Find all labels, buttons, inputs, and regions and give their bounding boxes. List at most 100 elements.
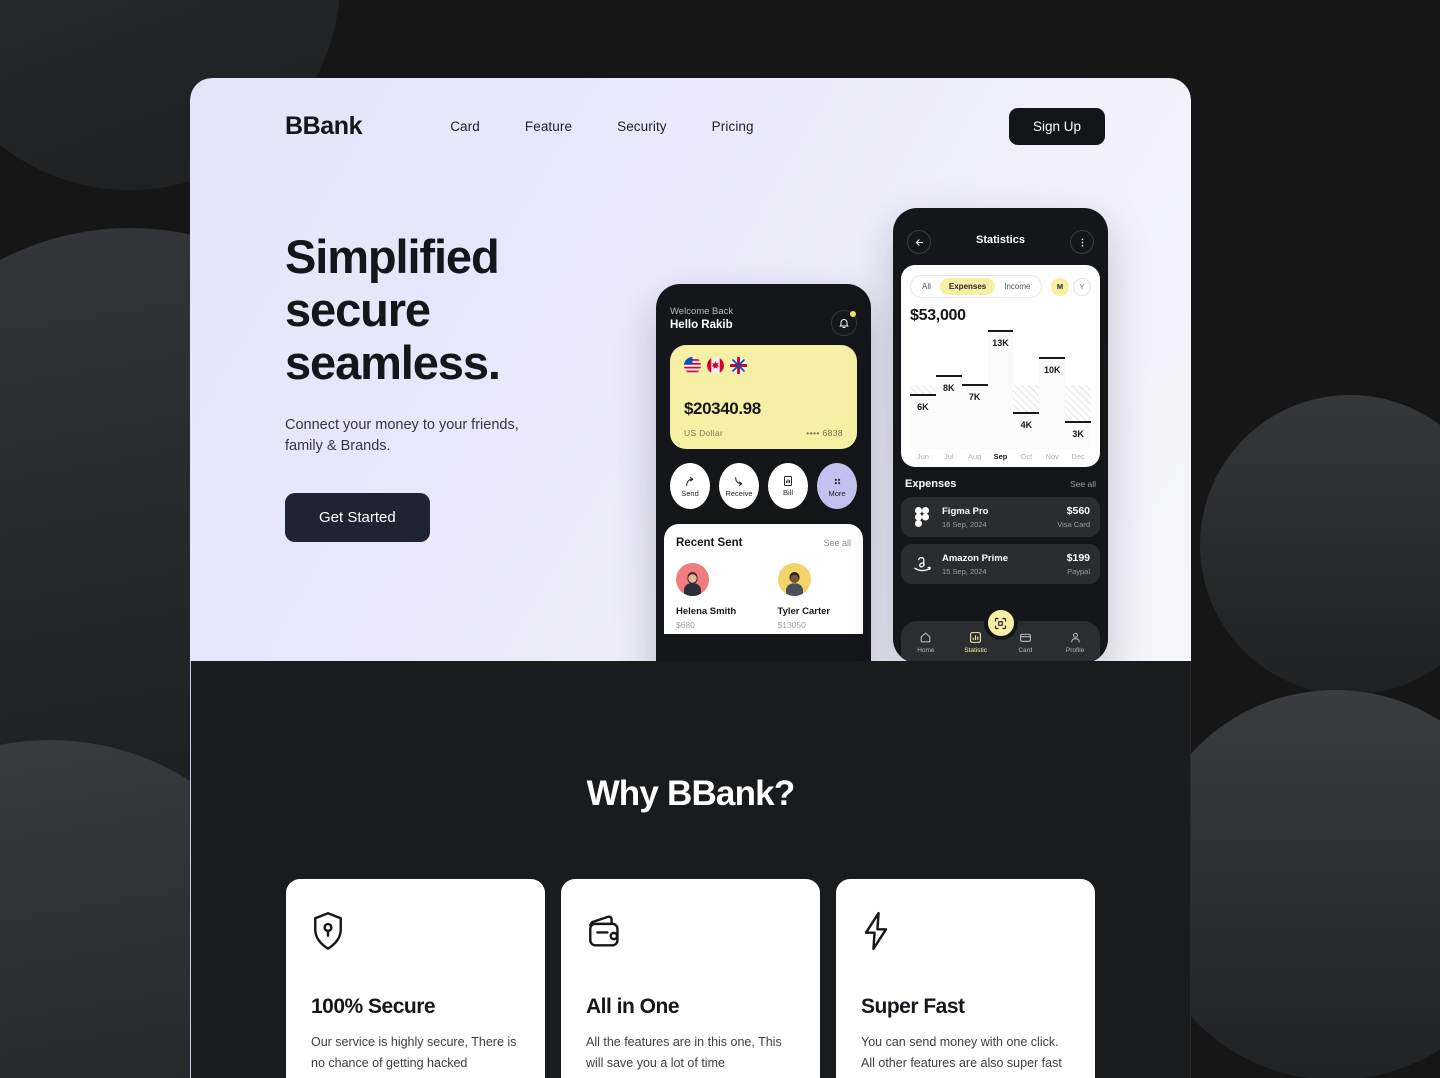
tab-statistic-label: Statistic — [964, 646, 987, 654]
amazon-icon — [911, 553, 933, 575]
tab-profile[interactable]: Profile — [1050, 631, 1100, 654]
chart-bar-nov: 10K — [1039, 331, 1066, 449]
table-row[interactable]: Amazon Prime 15 Sep, 2024 $199 Paypal — [901, 544, 1100, 584]
get-started-button[interactable]: Get Started — [285, 493, 430, 543]
chart-bar-oct: 4K — [1013, 331, 1040, 449]
card-masked-number: •••• 6838 — [806, 428, 843, 438]
page-title: Why BBank? — [586, 774, 796, 813]
expense-name: Figma Pro — [942, 505, 989, 517]
more-vertical-icon[interactable] — [1070, 230, 1094, 254]
brand-logo[interactable]: BBank — [285, 112, 363, 141]
expense-amount-block: $199 Paypal — [1067, 552, 1090, 576]
arrow-up-right-icon — [685, 476, 693, 486]
balance-card[interactable]: $20340.98 US Dollar •••• 6838 — [670, 345, 857, 449]
feature-card-super-fast: Super Fast You can send money with one c… — [836, 879, 1095, 1078]
nav-link-pricing[interactable]: Pricing — [712, 119, 754, 134]
chart-x-axis: Jun Jul Aug Sep Oct Nov Dec — [910, 452, 1091, 461]
statistics-phone-mockup: Statistics All Expenses Income M Y $53,0… — [893, 208, 1108, 663]
nav-link-card[interactable]: Card — [450, 119, 480, 134]
expense-amount-block: $560 Visa Card — [1057, 505, 1090, 529]
bell-icon[interactable] — [831, 310, 857, 336]
tab-home[interactable]: Home — [901, 631, 951, 654]
lightning-bolt-icon — [861, 911, 1070, 957]
shield-lock-icon — [311, 911, 520, 957]
bar-fill — [987, 331, 1014, 449]
filter-pill-all[interactable]: All — [913, 278, 940, 295]
recent-sent-header: Recent Sent See all — [676, 537, 851, 549]
headline-line-3: seamless. — [285, 336, 501, 390]
person-amount: $680 — [676, 620, 695, 630]
recent-sent-title: Recent Sent — [676, 537, 743, 549]
range-toggle-month[interactable]: M — [1051, 277, 1069, 296]
chart-bar-sep: 13K — [987, 330, 1014, 449]
grid-dots-icon — [834, 478, 840, 484]
bottom-tab-bar: Home Statistic Card Profile — [901, 606, 1100, 663]
bar-chart-icon — [970, 631, 982, 643]
nav-link-feature[interactable]: Feature — [525, 119, 572, 134]
receive-action-label: Receive — [725, 488, 753, 498]
bar-value-label: 10K — [1043, 365, 1061, 376]
hero-text-block: Simplified secure seamless. Connect your… — [285, 230, 705, 543]
filter-pill-expenses[interactable]: Expenses — [939, 278, 996, 295]
wallet-icon — [586, 911, 795, 957]
statistics-total: $53,000 — [910, 307, 966, 324]
recent-sent-panel: Recent Sent See all Helena Smith $680 Ty… — [664, 524, 863, 634]
headline-line-2: secure — [285, 283, 431, 337]
expense-amount: $199 — [1066, 552, 1090, 564]
us-flag-icon — [684, 357, 701, 374]
hero-section: BBank Card Feature Security Pricing Sign… — [190, 78, 1191, 714]
welcome-label: Welcome Back — [670, 306, 734, 317]
balance-amount: $20340.98 — [684, 399, 761, 418]
bill-action-button[interactable]: Bill — [768, 463, 808, 509]
bar-value-label: 7K — [968, 392, 981, 403]
bar-hatch — [1013, 385, 1040, 413]
x-tick-dec: Dec — [1071, 452, 1085, 461]
expenses-bar-chart: 6K 8K 7K 13K 4K 10K 3K — [910, 330, 1092, 449]
feature-title: Super Fast — [861, 995, 965, 1018]
hero-subheadline: Connect your money to your friends, fami… — [285, 417, 519, 454]
expense-info: Amazon Prime 15 Sep, 2024 — [942, 553, 1008, 576]
filter-pill-income[interactable]: Income — [995, 278, 1039, 295]
recent-sent-see-all[interactable]: See all — [823, 538, 851, 548]
chart-bar-dec: 3K — [1065, 331, 1092, 449]
expense-info: Figma Pro 16 Sep, 2024 — [942, 506, 988, 529]
bar-cap — [1013, 411, 1040, 414]
recent-people-list: Helena Smith $680 Tyler Carter $13050 — [676, 563, 851, 630]
x-tick-nov: Nov — [1045, 452, 1059, 461]
quick-actions-row: Send Receive Bill More — [670, 463, 857, 509]
home-icon — [921, 632, 931, 642]
bar-cap — [987, 330, 1014, 332]
avatar — [676, 563, 709, 596]
range-toggle-year[interactable]: Y — [1073, 277, 1091, 296]
x-tick-aug: Aug — [967, 452, 982, 461]
sign-up-button[interactable]: Sign Up — [1008, 107, 1105, 145]
expense-date: 15 Sep, 2024 — [942, 566, 987, 576]
expense-name: Amazon Prime — [942, 552, 1008, 564]
top-navigation-bar: BBank Card Feature Security Pricing Sign… — [190, 78, 1191, 174]
receive-action-button[interactable]: Receive — [719, 463, 759, 509]
person-name: Tyler Carter — [777, 606, 831, 617]
expenses-see-all[interactable]: See all — [1070, 479, 1096, 489]
more-action-label: More — [828, 488, 846, 498]
statistics-panel: All Expenses Income M Y $53,000 6K 8K 7K 13… — [901, 265, 1100, 467]
list-item[interactable]: Tyler Carter $13050 — [777, 563, 852, 630]
feature-cards-row: 100% Secure Our service is highly secure… — [191, 879, 1190, 1078]
statistics-filters: All Expenses Income M Y — [910, 275, 1091, 298]
nav-links: Card Feature Security Pricing — [450, 119, 753, 134]
more-action-button[interactable]: More — [817, 463, 857, 509]
x-tick-oct: Oct — [1020, 452, 1033, 461]
list-item[interactable]: Helena Smith $680 — [676, 563, 750, 630]
chart-bar-jul: 8K — [935, 331, 962, 449]
arrow-down-right-icon — [734, 476, 742, 486]
tab-card-label: Card — [1018, 646, 1033, 654]
nav-link-security[interactable]: Security — [617, 119, 667, 134]
greeting-label: Hello Rakib — [670, 319, 733, 331]
scan-icon[interactable] — [983, 606, 1018, 640]
chart-bar-jun: 6K — [910, 331, 936, 449]
tab-home-label: Home — [917, 646, 935, 654]
expense-amount: $560 — [1066, 505, 1090, 517]
table-row[interactable]: Figma Pro 16 Sep, 2024 $560 Visa Card — [901, 497, 1100, 537]
receipt-icon — [784, 476, 792, 486]
feature-description: All the features are in this one, This w… — [586, 1035, 782, 1070]
send-action-button[interactable]: Send — [670, 463, 710, 509]
